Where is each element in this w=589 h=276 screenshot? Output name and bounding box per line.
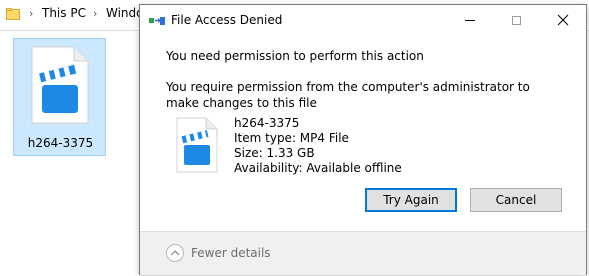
minimize-button[interactable] bbox=[447, 5, 493, 35]
breadcrumb-separator-icon: › bbox=[29, 7, 34, 20]
file-details: h264-3375 Item type: MP4 File Size: 1.33… bbox=[234, 116, 402, 176]
close-button[interactable] bbox=[540, 5, 586, 35]
chevron-up-icon[interactable] bbox=[166, 244, 184, 262]
file-detail-type: Item type: MP4 File bbox=[234, 131, 349, 145]
file-name-label: h264-3375 bbox=[27, 136, 94, 150]
file-detail-availability: Availability: Available offline bbox=[234, 161, 402, 175]
breadcrumb-windows[interactable]: Windo bbox=[106, 6, 144, 20]
maximize-button[interactable] bbox=[493, 5, 539, 35]
dialog-message: You require permission from the computer… bbox=[166, 80, 530, 110]
breadcrumb-separator-icon: › bbox=[93, 7, 98, 20]
file-move-icon bbox=[149, 17, 165, 25]
video-file-icon bbox=[176, 117, 218, 173]
dialog-title: File Access Denied bbox=[171, 13, 283, 27]
cancel-button[interactable]: Cancel bbox=[470, 188, 562, 212]
breadcrumb-this-pc[interactable]: This PC bbox=[42, 6, 86, 20]
fewer-details-link[interactable]: Fewer details bbox=[191, 246, 271, 260]
dialog-heading: You need permission to perform this acti… bbox=[166, 49, 424, 63]
file-item-selected[interactable]: h264-3375 bbox=[13, 38, 106, 156]
minimize-icon bbox=[465, 19, 475, 21]
dialog-titlebar[interactable]: File Access Denied bbox=[140, 5, 586, 35]
close-icon bbox=[557, 14, 569, 26]
file-detail-size: Size: 1.33 GB bbox=[234, 146, 315, 160]
file-detail-name: h264-3375 bbox=[234, 116, 300, 130]
try-again-button[interactable]: Try Again bbox=[365, 188, 457, 212]
folder-icon bbox=[6, 8, 20, 20]
video-file-icon bbox=[31, 46, 89, 124]
dialog-footer: Fewer details bbox=[140, 231, 586, 275]
file-access-denied-dialog: File Access Denied You need permission t… bbox=[139, 4, 587, 275]
maximize-icon bbox=[511, 15, 521, 25]
